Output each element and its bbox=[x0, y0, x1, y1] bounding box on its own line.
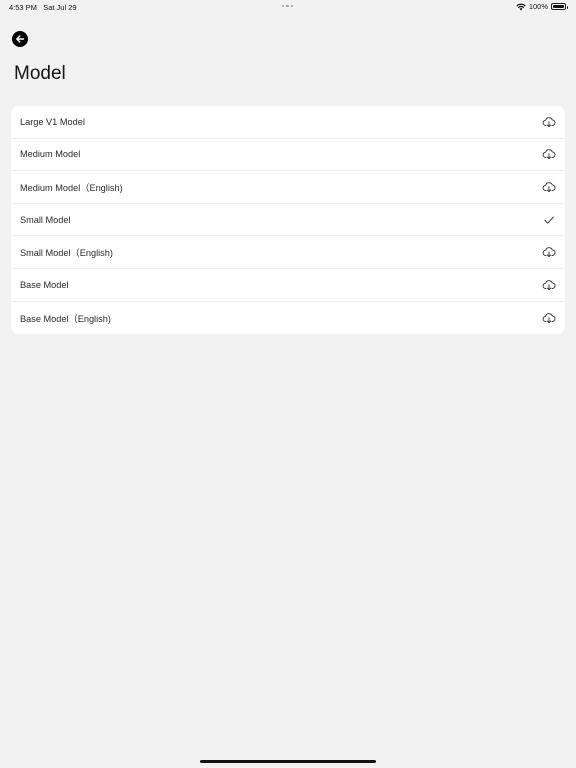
model-row[interactable]: Medium Model（English) bbox=[11, 171, 565, 204]
model-label: Medium Model bbox=[20, 149, 81, 160]
back-arrow-icon bbox=[16, 35, 25, 43]
cloud-download-icon[interactable] bbox=[542, 115, 556, 129]
battery-icon bbox=[551, 3, 568, 10]
status-time: 4:53 PM Sat Jul 29 bbox=[9, 3, 77, 12]
wifi-icon bbox=[516, 3, 526, 10]
status-time-text: 4:53 PM bbox=[9, 3, 37, 12]
cloud-download-icon[interactable] bbox=[542, 278, 556, 292]
model-label: Base Model（English) bbox=[20, 313, 111, 324]
cloud-download-icon[interactable] bbox=[542, 147, 556, 161]
model-label: Base Model bbox=[20, 279, 69, 290]
cloud-download-icon[interactable] bbox=[542, 311, 556, 325]
model-row[interactable]: Base Model（English) bbox=[11, 302, 565, 335]
checkmark-icon bbox=[542, 213, 556, 227]
model-list: Large V1 Model Medium Model Medium Model（E… bbox=[11, 106, 565, 335]
multitasking-dots-icon[interactable] bbox=[282, 5, 294, 8]
model-label: Small Model bbox=[20, 214, 71, 225]
cloud-download-icon[interactable] bbox=[542, 180, 556, 194]
page-title: Model bbox=[14, 63, 66, 84]
model-label: Large V1 Model bbox=[20, 116, 85, 127]
model-row[interactable]: Small Model（English) bbox=[11, 236, 565, 269]
battery-percent: 100% bbox=[528, 2, 548, 11]
model-row[interactable]: Base Model bbox=[11, 269, 565, 302]
status-bar: 4:53 PM Sat Jul 29 100% bbox=[0, 0, 576, 14]
model-row[interactable]: Medium Model bbox=[11, 139, 565, 172]
model-label: Medium Model（English) bbox=[20, 182, 123, 193]
model-label: Small Model（English) bbox=[20, 248, 113, 259]
status-right: 100% bbox=[516, 2, 568, 11]
back-button[interactable] bbox=[12, 31, 28, 47]
home-indicator[interactable] bbox=[200, 760, 376, 763]
model-row[interactable]: Small Model bbox=[11, 204, 565, 237]
model-row[interactable]: Large V1 Model bbox=[11, 106, 565, 139]
status-date-text: Sat Jul 29 bbox=[43, 3, 77, 12]
cloud-download-icon[interactable] bbox=[542, 245, 556, 259]
